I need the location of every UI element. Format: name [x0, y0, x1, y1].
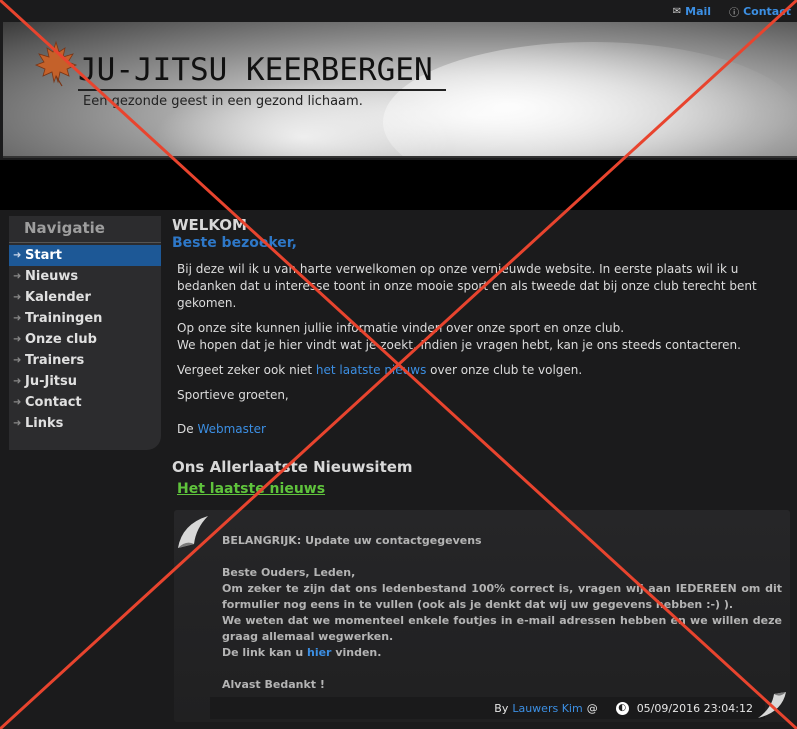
sidebar-item-contact[interactable]: ➜ Contact: [9, 392, 161, 413]
news-heading: Ons Allerlaatste Nieuwsitem: [172, 458, 413, 476]
news-greeting: Beste Ouders, Leden,: [222, 566, 356, 579]
news-title: BELANGRIJK: Update uw contactgegevens: [222, 534, 482, 547]
menu-band: [0, 160, 797, 210]
latest-news-heading-link[interactable]: Het laatste nieuws: [177, 481, 325, 497]
welcome-paragraph-2: Op onze site kunnen jullie informatie vi…: [177, 321, 741, 352]
mail-icon: ✉: [672, 6, 682, 17]
news-line-2: We weten dat we momenteel enkele foutjes…: [222, 614, 782, 643]
news-body: BELANGRIJK: Update uw contactgegevens Be…: [222, 533, 782, 693]
welcome-paragraph-3: Vergeet zeker ook niet het laatste nieuw…: [177, 363, 583, 377]
contact-link[interactable]: ⓘ Contact: [729, 4, 791, 19]
sidebar-item-trainingen[interactable]: ➜ Trainingen: [9, 308, 161, 329]
header-banner: JU-JITSU KEERBERGEN Een gezonde geest in…: [3, 22, 797, 158]
news-line-1: Om zeker te zijn dat ons ledenbestand 10…: [222, 582, 782, 611]
site-title: JU-JITSU KEERBERGEN: [78, 52, 433, 88]
news-datetime: 05/09/2016 23:04:12: [636, 701, 753, 715]
news-footer: By Lauwers Kim @ ◐ 05/09/2016 23:04:12: [210, 697, 765, 719]
maple-leaf-logo: [34, 40, 78, 87]
welcome-paragraph-4: Sportieve groeten,: [177, 388, 289, 402]
top-bar: ✉ Mail ⓘ Contact: [0, 0, 797, 22]
top-links: ✉ Mail ⓘ Contact: [673, 4, 791, 19]
author-link[interactable]: Lauwers Kim: [512, 702, 582, 715]
arrow-right-icon: ➜: [13, 334, 22, 345]
arrow-right-icon: ➜: [13, 397, 22, 408]
latest-news-link[interactable]: het laatste nieuws: [316, 363, 426, 377]
arrow-right-icon: ➜: [13, 313, 22, 324]
arrow-right-icon: ➜: [13, 292, 22, 303]
welcome-signature: De Webmaster: [177, 422, 266, 436]
sidebar-item-kalender[interactable]: ➜ Kalender: [9, 287, 161, 308]
sidebar-item-onze-club[interactable]: ➜ Onze club: [9, 329, 161, 350]
mail-link[interactable]: ✉ Mail: [673, 4, 711, 19]
sidebar-item-trainers[interactable]: ➜ Trainers: [9, 350, 161, 371]
sidebar-heading: Navigatie: [9, 216, 161, 243]
webmaster-link[interactable]: Webmaster: [197, 422, 265, 436]
arrow-right-icon: ➜: [13, 250, 22, 261]
arrow-right-icon: ➜: [13, 271, 22, 282]
news-line-3: De link kan u hier vinden.: [222, 646, 382, 659]
page-curl-icon: [178, 516, 208, 548]
clock-icon: ◐: [615, 701, 629, 715]
welcome-subtitle: Beste bezoeker,: [172, 235, 297, 251]
sidebar-item-nieuws[interactable]: ➜ Nieuws: [9, 266, 161, 287]
info-icon: ⓘ: [729, 8, 740, 19]
welcome-title: WELKOM: [172, 216, 247, 234]
welcome-paragraph-1: Bij deze wil ik u van harte verwelkomen …: [177, 262, 757, 310]
page-curl-icon-bottom: [758, 692, 786, 718]
sidebar-item-links[interactable]: ➜ Links: [9, 413, 161, 434]
sidebar-item-start[interactable]: ➜ Start: [9, 245, 161, 266]
welcome-section: WELKOM Beste bezoeker, Bij deze wil ik u…: [172, 216, 792, 438]
news-thanks: Alvast Bedankt !: [222, 678, 325, 691]
site-slogan: Een gezonde geest in een gezond lichaam.: [83, 94, 363, 109]
arrow-right-icon: ➜: [13, 376, 22, 387]
arrow-right-icon: ➜: [13, 355, 22, 366]
sidebar-nav: ➜ Start ➜ Nieuws ➜ Kalender ➜ Trainingen ➜ On…: [9, 245, 161, 434]
title-underline: [78, 89, 446, 91]
sidebar-item-ju-jitsu[interactable]: ➜ Ju-Jitsu: [9, 371, 161, 392]
arrow-right-icon: ➜: [13, 418, 22, 429]
sidebar: Navigatie ➜ Start ➜ Nieuws ➜ Kalender ➜ Trai…: [9, 216, 161, 450]
form-link[interactable]: hier: [307, 646, 332, 659]
